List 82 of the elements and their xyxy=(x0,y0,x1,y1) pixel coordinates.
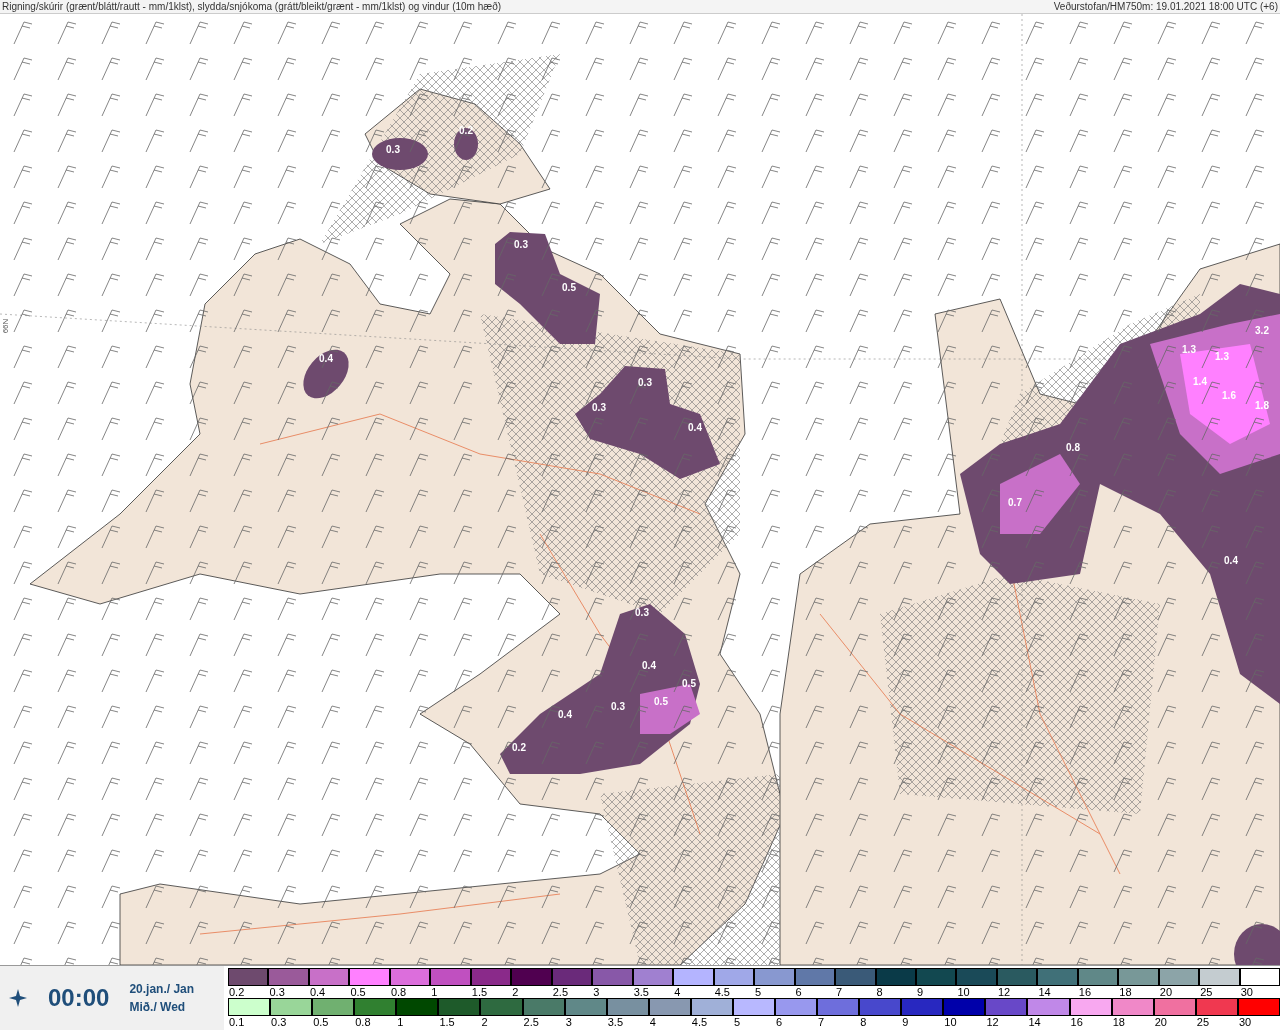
precipitation-value: 1.3 xyxy=(1215,351,1229,362)
legend-value: 1 xyxy=(430,986,438,998)
legend-value: 12 xyxy=(985,1016,999,1028)
legend-value: 8 xyxy=(859,1016,867,1028)
legend-value: 18 xyxy=(1118,986,1132,998)
legend-value: 4 xyxy=(648,1016,656,1028)
legend-value: 3 xyxy=(564,1016,572,1028)
legend-value: 18 xyxy=(1111,1016,1125,1028)
model-run-info: Veðurstofan/HM750m: 19.01.2021 18:00 UTC (+6) xyxy=(1053,0,1278,13)
legend-value: 0.8 xyxy=(354,1016,371,1028)
forecast-weekday: Mið./ Wed xyxy=(129,999,187,1016)
precipitation-value: 0.3 xyxy=(611,701,625,712)
precipitation-value: 0.5 xyxy=(562,282,576,293)
legend-value: 2.5 xyxy=(522,1016,539,1028)
legend-value: 12 xyxy=(996,986,1011,998)
precipitation-value: 0.7 xyxy=(1008,497,1022,508)
precipitation-value: 1.4 xyxy=(1193,376,1207,387)
legend-value: 0.3 xyxy=(268,986,285,998)
map-title: Rigning/skúrir (grænt/blátt/rautt - mm/1klst), slydda/snjókoma (grátt/bleikt/grænt - mm/1klst) og vindur (10m hæð) xyxy=(2,0,502,13)
legend-value: 6 xyxy=(775,1016,783,1028)
legend-value: 3 xyxy=(592,986,600,998)
legend-value: 6 xyxy=(794,986,802,998)
legend-value: 9 xyxy=(915,986,924,998)
legend-value: 0.5 xyxy=(312,1016,329,1028)
precipitation-value: 0.5 xyxy=(682,678,696,689)
legend-value: 14 xyxy=(1037,986,1051,998)
precipitation-value: 0.3 xyxy=(635,607,649,618)
legend-value: 10 xyxy=(956,986,970,998)
legend-value: 4.5 xyxy=(690,1016,708,1028)
precipitation-value: 0.4 xyxy=(1224,555,1238,566)
legend-value: 0.5 xyxy=(349,986,366,998)
legend-value: 2 xyxy=(511,986,519,998)
legend-value: 5 xyxy=(732,1016,741,1028)
precipitation-value: 0.4 xyxy=(558,709,572,720)
precipitation-value: 0.3 xyxy=(638,377,652,388)
legend-value: 7 xyxy=(835,986,843,998)
precipitation-value: 0.4 xyxy=(688,422,702,433)
legend-value: 16 xyxy=(1077,986,1092,998)
precipitation-value: 0.4 xyxy=(319,353,333,364)
legend-value: 0.8 xyxy=(389,986,407,998)
precipitation-value: 1.8 xyxy=(1255,400,1269,411)
legend-value: 30 xyxy=(1237,1016,1252,1028)
precipitation-value: 1.3 xyxy=(1182,344,1196,355)
legend-value: 10 xyxy=(943,1016,957,1028)
legend-value: 16 xyxy=(1069,1016,1083,1028)
precipitation-value: 0.4 xyxy=(642,660,656,671)
legend-value: 4 xyxy=(673,986,681,998)
precipitation-value: 0.2 xyxy=(459,125,473,136)
legend-value: 2 xyxy=(480,1016,488,1028)
latitude-label: 66N xyxy=(1,318,10,334)
legend-value: 30 xyxy=(1239,986,1253,998)
legend-value: 3.5 xyxy=(606,1016,623,1028)
precipitation-value: 0.2 xyxy=(512,742,526,753)
legend-value: 1.5 xyxy=(438,1016,455,1028)
legend-value: 0.4 xyxy=(308,986,326,998)
legend-value: 20 xyxy=(1158,986,1173,998)
precipitation-value: 0.3 xyxy=(592,402,606,413)
legend-value: 5 xyxy=(754,986,762,998)
precipitation-value: 0.5 xyxy=(654,696,668,707)
legend-value: 20 xyxy=(1153,1016,1167,1028)
forecast-date: 20.jan./ Jan xyxy=(129,981,195,998)
legend-value: 8 xyxy=(875,986,883,998)
legend-value: 2.5 xyxy=(551,986,569,998)
legend-value: 1.5 xyxy=(470,986,488,998)
legend-value: 1 xyxy=(396,1016,404,1028)
precipitation-value: 1.6 xyxy=(1222,390,1236,401)
precipitation-value: 0.3 xyxy=(514,239,528,250)
precipitation-value: 0.8 xyxy=(1066,442,1080,453)
forecast-time: 00:00 xyxy=(48,983,110,1013)
legend-value: 0.1 xyxy=(228,1016,245,1028)
legend-value: 9 xyxy=(901,1016,909,1028)
legend-value: 3.5 xyxy=(632,986,649,998)
legend-value: 0.2 xyxy=(228,986,245,998)
legend-value: 4.5 xyxy=(713,986,730,998)
compass-icon xyxy=(8,988,28,1008)
precipitation-value: 3.2 xyxy=(1255,325,1269,336)
legend-value: 0.3 xyxy=(270,1016,287,1028)
precipitation-value: 0.3 xyxy=(386,144,400,155)
legend-value: 7 xyxy=(817,1016,825,1028)
legend-value: 25 xyxy=(1195,1016,1210,1028)
legend-value: 25 xyxy=(1199,986,1213,998)
legend-value: 14 xyxy=(1027,1016,1041,1028)
